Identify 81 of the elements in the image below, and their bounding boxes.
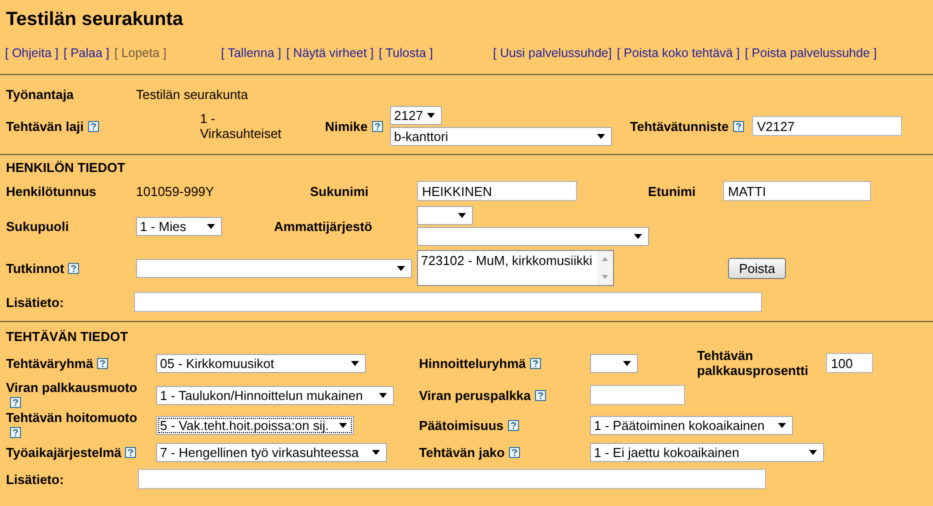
field-label: Tehtäväryhmä xyxy=(6,356,108,370)
field-label: Tehtävän hoitomuoto xyxy=(6,410,146,440)
dropdown[interactable]: 5 - Vak.teht.hoit.poissa:on sij. xyxy=(156,416,354,434)
dropdown[interactable]: 2127 xyxy=(390,106,442,125)
caret-icon xyxy=(458,213,466,218)
nav-link[interactable]: [ Tallenna ] xyxy=(221,46,282,65)
page-title: Testilän seurakunta xyxy=(5,8,184,32)
dropdown[interactable]: 1 - Mies xyxy=(136,216,222,236)
nav-link[interactable]: [ Tulosta ] xyxy=(378,46,433,65)
help-icon[interactable] xyxy=(10,427,21,438)
text-field[interactable]: MATTI xyxy=(723,181,871,201)
field-label: Viran peruspalkka xyxy=(419,388,546,402)
field-label: Tutkinnot xyxy=(6,260,80,276)
text-field[interactable] xyxy=(590,385,685,405)
nav-link[interactable]: [ Poista koko tehtävä ] xyxy=(616,46,740,65)
caret-icon xyxy=(427,113,435,118)
dropdown[interactable]: 7 - Hengellinen työ virkasuhteessa xyxy=(156,442,387,462)
field-label: Tehtävätunniste xyxy=(630,118,744,134)
text-field[interactable]: 100 xyxy=(826,353,873,373)
field-label: Työaikajärjestelmä xyxy=(6,444,136,460)
caret-icon xyxy=(372,450,380,454)
field-value: 101059-999Y xyxy=(136,184,214,198)
caret-icon xyxy=(397,266,405,270)
help-icon[interactable] xyxy=(97,358,108,368)
field-label: Ammattijärjestö xyxy=(274,218,372,234)
help-icon[interactable] xyxy=(125,446,136,458)
nav-link[interactable]: [ Uusi palvelussuhde] xyxy=(493,46,612,65)
nav-link[interactable]: [ Ohjeita ] xyxy=(5,46,58,65)
help-icon[interactable] xyxy=(88,120,99,132)
list-box[interactable]: 723102 - MuM, kirkkomusiikki xyxy=(417,250,614,286)
section-heading: HENKILÖN TIEDOT xyxy=(6,160,126,176)
dropdown[interactable]: b-kanttori xyxy=(390,127,612,146)
help-icon[interactable] xyxy=(10,397,21,408)
caret-icon xyxy=(597,134,605,139)
text-field[interactable] xyxy=(134,292,762,312)
dropdown[interactable]: 1 - Ei jaettu kokoaikainen xyxy=(590,442,824,462)
field-label: Tehtävän jako xyxy=(419,444,520,460)
caret-icon xyxy=(623,360,631,366)
nav-link[interactable]: [ Palaa ] xyxy=(64,46,110,65)
list-item[interactable]: 723102 - MuM, kirkkomusiikki xyxy=(421,253,594,268)
help-icon[interactable] xyxy=(372,120,383,132)
help-icon[interactable] xyxy=(530,358,541,368)
text-field[interactable] xyxy=(138,469,766,489)
text-field[interactable]: HEIKKINEN xyxy=(417,181,577,201)
nav-link[interactable]: [ Näytä virheet ] xyxy=(286,46,374,65)
field-label: Lisätieto: xyxy=(6,472,64,486)
field-label: Tehtävän laji xyxy=(6,118,99,134)
field-label: Hinnoitteluryhmä xyxy=(419,356,541,370)
field-value: 1 - Virkasuhteiset xyxy=(200,111,282,141)
field-label: Etunimi xyxy=(648,184,696,198)
scrollbar[interactable] xyxy=(597,251,613,285)
field-label: Sukunimi xyxy=(310,184,369,198)
field-label: Lisätieto: xyxy=(6,294,64,310)
help-icon[interactable] xyxy=(508,420,519,430)
caret-icon xyxy=(809,450,817,454)
text-field[interactable]: V2127 xyxy=(752,116,902,136)
caret-icon xyxy=(351,360,359,366)
field-label: Viran palkkausmuoto xyxy=(6,380,146,410)
section-heading: TEHTÄVÄN TIEDOT xyxy=(6,329,130,345)
help-icon[interactable] xyxy=(732,120,744,132)
caret-icon xyxy=(207,224,215,228)
help-icon[interactable] xyxy=(508,446,520,458)
field-label: Päätoimisuus xyxy=(419,418,519,432)
help-icon[interactable] xyxy=(68,262,80,274)
remove-button[interactable]: Poista xyxy=(728,258,786,278)
caret-icon xyxy=(379,392,387,398)
field-value: Testilän seurakunta xyxy=(136,86,248,102)
field-label: Henkilötunnus xyxy=(6,184,96,198)
caret-icon xyxy=(339,422,347,428)
dropdown[interactable] xyxy=(590,354,638,372)
help-icon[interactable] xyxy=(534,390,546,400)
dropdown[interactable]: 1 - Päätoiminen kokoaikainen xyxy=(590,416,793,434)
dropdown[interactable]: 1 - Taulukon/Hinnoittelun mukainen xyxy=(156,386,394,404)
nav-link[interactable]: [ Poista palvelussuhde ] xyxy=(744,46,877,65)
field-label: Nimike xyxy=(325,118,383,134)
field-label: Tehtävän palkkausprosentti xyxy=(697,348,810,378)
field-label: Työnantaja xyxy=(6,86,74,102)
caret-icon xyxy=(778,422,786,428)
dropdown[interactable]: 05 - Kirkkomuusikot xyxy=(156,354,366,372)
caret-icon xyxy=(634,234,642,239)
field-label: Sukupuoli xyxy=(6,218,69,234)
